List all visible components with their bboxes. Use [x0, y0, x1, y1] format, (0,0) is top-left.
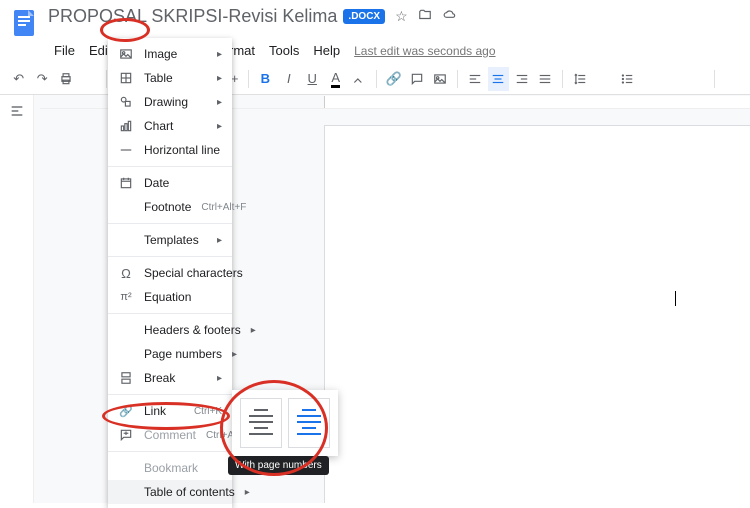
blank-icon — [118, 322, 134, 338]
submenu-arrow-icon: ▸ — [232, 349, 237, 360]
break-icon — [118, 370, 134, 386]
menu-item-bookmark: Bookmark — [108, 456, 232, 480]
pi-icon: π² — [118, 289, 134, 305]
toc-with-links[interactable] — [288, 398, 330, 448]
submenu-arrow-icon: ▸ — [217, 97, 222, 108]
toc-submenu — [232, 390, 338, 456]
menu-item-special-characters[interactable]: ΩSpecial characters — [108, 261, 232, 285]
submenu-arrow-icon: ▸ — [217, 73, 222, 84]
menu-item-templates[interactable]: Templates▸ — [108, 228, 232, 252]
underline-button[interactable]: U — [302, 67, 323, 91]
hr-icon — [118, 142, 134, 158]
outline-toggle-icon[interactable] — [9, 103, 25, 119]
align-left-button[interactable] — [464, 67, 485, 91]
italic-button[interactable]: I — [278, 67, 299, 91]
insert-comment-button[interactable] — [406, 67, 427, 91]
menu-item-footnote[interactable]: FootnoteCtrl+Alt+F — [108, 195, 232, 219]
menu-item-headers-footers[interactable]: Headers & footers▸ — [108, 318, 232, 342]
menu-item-image[interactable]: Image▸ — [108, 42, 232, 66]
blank-icon — [118, 484, 134, 500]
menu-item-horizontal-line[interactable]: Horizontal line — [108, 138, 232, 162]
link-icon: 🔗 — [118, 403, 134, 419]
toc-with-page-numbers[interactable] — [240, 398, 282, 448]
menu-item-table[interactable]: Table▸ — [108, 66, 232, 90]
menu-item-link[interactable]: 🔗LinkCtrl+K — [108, 399, 232, 423]
menu-item-page-numbers[interactable]: Page numbers▸ — [108, 342, 232, 366]
blank-icon — [118, 460, 134, 476]
star-icon[interactable]: ☆ — [395, 8, 408, 25]
line-spacing-button[interactable] — [569, 67, 590, 91]
submenu-arrow-icon: ▸ — [217, 373, 222, 384]
menu-item-comment: CommentCtrl+Alt+M — [108, 423, 232, 447]
blank-icon — [118, 232, 134, 248]
menu-item-chart[interactable]: Chart▸ — [108, 114, 232, 138]
checklist-button[interactable] — [592, 67, 613, 91]
spellcheck-button[interactable] — [78, 67, 99, 91]
insert-link-button[interactable]: 🔗 — [383, 67, 404, 91]
submenu-arrow-icon: ▸ — [217, 121, 222, 132]
menu-file[interactable]: File — [48, 40, 81, 61]
cloud-icon[interactable] — [442, 8, 458, 25]
menu-item-table-of-contents[interactable]: Table of contents▸ — [108, 480, 232, 504]
indent-decrease-button[interactable] — [663, 67, 684, 91]
bulleted-list-button[interactable] — [616, 67, 637, 91]
submenu-arrow-icon: ▸ — [217, 235, 222, 246]
menu-item-equation[interactable]: π²Equation — [108, 285, 232, 309]
menu-tools[interactable]: Tools — [263, 40, 305, 61]
table-icon — [118, 70, 134, 86]
last-edit-link[interactable]: Last edit was seconds ago — [354, 44, 495, 58]
docx-badge: .DOCX — [343, 9, 385, 24]
indent-increase-button[interactable] — [686, 67, 707, 91]
menu-item-drawing[interactable]: Drawing▸ — [108, 90, 232, 114]
blank-icon — [118, 346, 134, 362]
numbered-list-button[interactable] — [639, 67, 660, 91]
highlight-button[interactable] — [348, 67, 369, 91]
chart-icon — [118, 118, 134, 134]
insert-menu-dropdown: Image▸Table▸Drawing▸Chart▸Horizontal lin… — [108, 38, 232, 508]
text-color-button[interactable]: A — [325, 67, 346, 91]
bold-button[interactable]: B — [255, 67, 276, 91]
align-right-button[interactable] — [511, 67, 532, 91]
toc-tooltip: With page numbers — [228, 456, 329, 475]
text-cursor — [675, 291, 676, 306]
print-button[interactable] — [55, 67, 76, 91]
document-title[interactable]: PROPOSAL SKRIPSI-Revisi Kelima — [48, 6, 337, 27]
omega-icon: Ω — [118, 265, 134, 281]
move-icon[interactable] — [418, 8, 432, 25]
submenu-arrow-icon: ▸ — [217, 49, 222, 60]
menu-item-date[interactable]: Date — [108, 171, 232, 195]
undo-button[interactable]: ↶ — [8, 67, 29, 91]
blank-icon — [118, 199, 134, 215]
insert-image-button[interactable] — [430, 67, 451, 91]
drawing-icon — [118, 94, 134, 110]
document-page[interactable] — [324, 125, 750, 503]
align-justify-button[interactable] — [535, 67, 556, 91]
comment-icon — [118, 427, 134, 443]
date-icon — [118, 175, 134, 191]
align-center-button[interactable] — [488, 67, 509, 91]
menu-item-break[interactable]: Break▸ — [108, 366, 232, 390]
menu-help[interactable]: Help — [307, 40, 346, 61]
clear-format-button[interactable] — [721, 67, 742, 91]
redo-button[interactable]: ↷ — [31, 67, 52, 91]
docs-logo-icon[interactable] — [8, 6, 40, 38]
submenu-arrow-icon: ▸ — [251, 325, 256, 336]
submenu-arrow-icon: ▸ — [245, 487, 250, 498]
image-icon — [118, 46, 134, 62]
